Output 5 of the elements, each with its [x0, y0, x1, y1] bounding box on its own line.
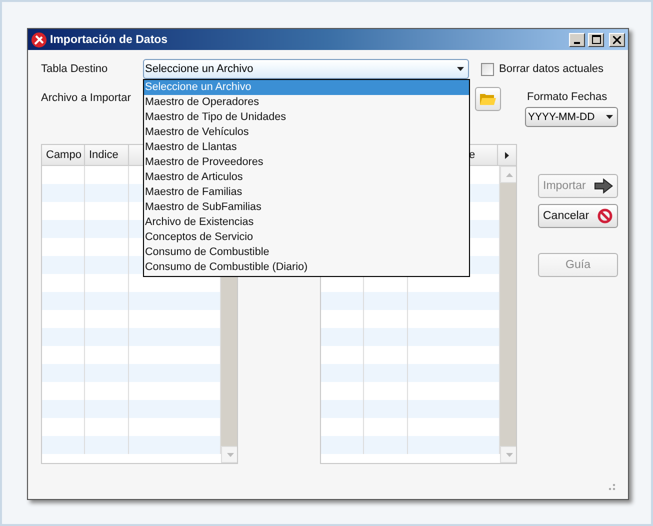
field-label: Tabla Destino: [41, 63, 109, 75]
window-title: Importación de Datos: [50, 34, 169, 46]
field-label: Archivo a Importar: [41, 92, 132, 106]
field-label: Formato Fechas: [526, 91, 608, 103]
checkbox-label: Borrar datos actuales: [499, 63, 604, 75]
